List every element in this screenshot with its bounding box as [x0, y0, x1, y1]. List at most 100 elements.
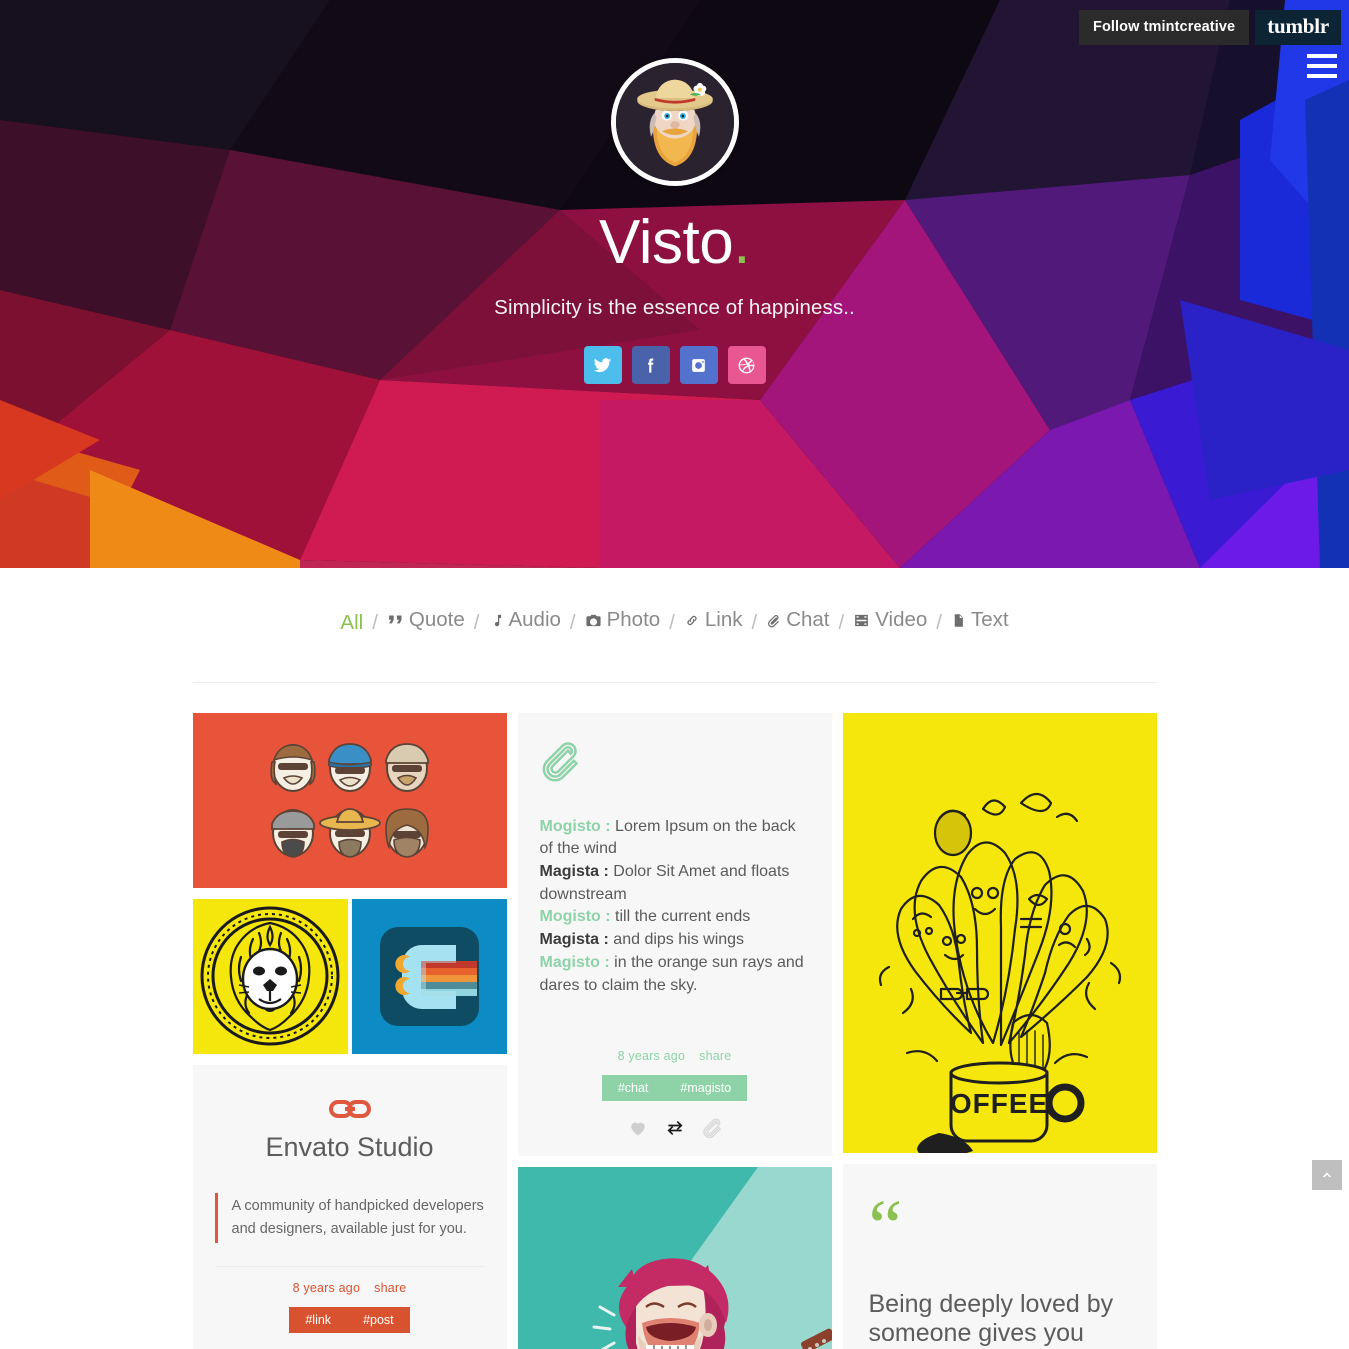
filter-label: Link	[704, 608, 743, 631]
twitter-icon	[593, 357, 612, 372]
chain-link-icon	[215, 1097, 485, 1121]
quote-icon	[387, 612, 404, 629]
filter-all[interactable]: All	[340, 611, 363, 635]
post-photo-pair	[192, 898, 507, 1054]
lion-head-mandala-illustration-icon	[192, 898, 348, 1054]
post-photo-faces[interactable]	[192, 712, 507, 888]
post-timestamp: 8 years ago	[617, 1049, 686, 1064]
filter-audio[interactable]: Audio	[488, 608, 561, 632]
chat-text: and dips his wings	[613, 931, 745, 949]
tumblr-controls[interactable]: Follow tmintcreative tumblr	[1078, 10, 1341, 45]
document-icon	[951, 612, 966, 629]
link-post-title[interactable]: Envato Studio	[215, 1131, 485, 1163]
tag[interactable]: #post	[347, 1313, 410, 1327]
film-icon	[853, 612, 870, 629]
filter-separator: /	[838, 610, 845, 634]
filter-quote[interactable]: Quote	[387, 608, 465, 632]
site-title-dot: .	[733, 208, 750, 277]
filter-chat[interactable]: Chat	[766, 608, 830, 632]
coffee-doodle-monsters-illustration-icon: OFFEE	[842, 712, 1157, 1153]
chat-line: Mogisto : till the current ends	[540, 906, 810, 929]
filter-link[interactable]: Link	[684, 608, 743, 632]
filter-separator: /	[669, 610, 675, 634]
filter-label: Video	[875, 608, 928, 631]
post-chat[interactable]: Mogisto : Lorem Ipsum on the back of the…	[517, 712, 832, 1157]
filter-photo[interactable]: Photo	[585, 608, 661, 632]
social-link-dribbble[interactable]	[727, 346, 766, 384]
avatar[interactable]	[610, 58, 739, 186]
filter-label: All	[340, 610, 364, 634]
post-footer: 8 years ago share #chat #magisto	[517, 1021, 832, 1157]
filter-label: Chat	[786, 608, 830, 631]
instagram-icon	[692, 358, 705, 372]
chat-text: till the current ends	[615, 908, 751, 926]
dribbble-icon	[738, 357, 755, 373]
filter-separator: /	[936, 610, 942, 634]
chat-line: Magista : Dolor Sit Amet and floats down…	[540, 861, 810, 906]
quote-post-text: Being deeply loved by someone gives you …	[868, 1289, 1114, 1349]
post-meta: 8 years ago share	[193, 1281, 507, 1295]
chevron-up-icon	[1322, 1172, 1332, 1177]
filter-separator: /	[473, 610, 480, 634]
paperclip-icon[interactable]	[702, 1118, 722, 1139]
filter-text[interactable]: Text	[951, 608, 1009, 632]
content-divider	[192, 681, 1157, 683]
post-grid: Envato Studio A community of handpicked …	[192, 712, 1157, 1349]
like-icon[interactable]	[628, 1118, 648, 1138]
scroll-to-top-button[interactable]	[1312, 1160, 1342, 1190]
reblog-icon[interactable]	[664, 1118, 686, 1138]
post-photo-coffee[interactable]: OFFEE	[842, 712, 1157, 1153]
hero-header: Follow tmintcreative tumblr Visto. Simpl…	[0, 0, 1349, 568]
main-content: All / Quote / Audio / Photo / Link / Chat / Video / Te…	[0, 568, 1349, 1349]
tumblr-logo[interactable]: tumblr	[1255, 10, 1341, 45]
social-link-twitter[interactable]	[583, 346, 622, 384]
six-hipster-faces-illustration-icon	[192, 712, 507, 888]
facebook-icon	[648, 358, 654, 373]
post-quote[interactable]: “ Being deeply loved by someone gives yo…	[842, 1163, 1157, 1349]
hamburger-icon[interactable]	[1307, 54, 1337, 78]
chat-line: Mogisto : Lorem Ipsum on the back of the…	[540, 816, 810, 861]
filter-label: Audio	[508, 608, 561, 631]
tag[interactable]: #link	[289, 1313, 347, 1327]
blue-g-logo-icon	[351, 898, 507, 1054]
post-tags[interactable]: #chat #magisto	[601, 1075, 748, 1102]
social-links[interactable]	[0, 346, 1349, 384]
site-title-text: Visto	[599, 208, 734, 277]
paperclip-icon	[540, 741, 810, 790]
tag[interactable]: #chat	[602, 1081, 665, 1095]
grid-column-3: OFFEE “ Being deeply loved by someone gi…	[842, 712, 1157, 1349]
post-photo-guitarist[interactable]	[517, 1167, 832, 1349]
chat-speaker: Mogisto :	[539, 908, 611, 926]
post-link[interactable]: Envato Studio A community of handpicked …	[192, 1064, 507, 1349]
post-type-filters[interactable]: All / Quote / Audio / Photo / Link / Chat / Video / Te…	[0, 568, 1349, 635]
filter-separator: /	[751, 610, 758, 634]
post-meta: 8 years ago share	[518, 1049, 832, 1063]
social-link-instagram[interactable]	[679, 346, 718, 384]
quote-mark: “	[868, 1184, 903, 1269]
chat-line: Magista : and dips his wings	[540, 929, 810, 952]
site-description: Simplicity is the essence of happiness..	[494, 296, 855, 319]
filter-video[interactable]: Video	[853, 608, 927, 632]
post-tags[interactable]: #link #post	[289, 1307, 410, 1334]
chat-speaker: Magista :	[539, 931, 609, 949]
filter-label: Photo	[606, 608, 661, 631]
post-share-link[interactable]: share	[374, 1281, 406, 1295]
chat-speaker: Magista :	[539, 862, 609, 880]
filter-separator: /	[569, 610, 576, 634]
music-icon	[488, 612, 503, 629]
post-share-link[interactable]: share	[699, 1049, 731, 1063]
post-actions[interactable]	[518, 1118, 832, 1139]
post-photo-lion[interactable]	[192, 898, 348, 1054]
follow-button[interactable]: Follow tmintcreative	[1078, 10, 1250, 45]
mug-text: OFFEE	[949, 1088, 1047, 1119]
post-footer: 8 years ago share #link #post	[192, 1267, 507, 1349]
link-post-description: A community of handpicked developers and…	[214, 1192, 485, 1244]
filter-label: Quote	[408, 608, 465, 631]
post-photo-logo[interactable]	[351, 898, 507, 1054]
camera-icon	[585, 612, 602, 629]
social-link-facebook[interactable]	[631, 346, 670, 384]
hamburger-bar	[1307, 64, 1337, 68]
hamburger-bar	[1307, 74, 1337, 78]
tag[interactable]: #magisto	[664, 1081, 747, 1095]
avatar-bearded-man-straw-hat-icon	[615, 63, 734, 181]
